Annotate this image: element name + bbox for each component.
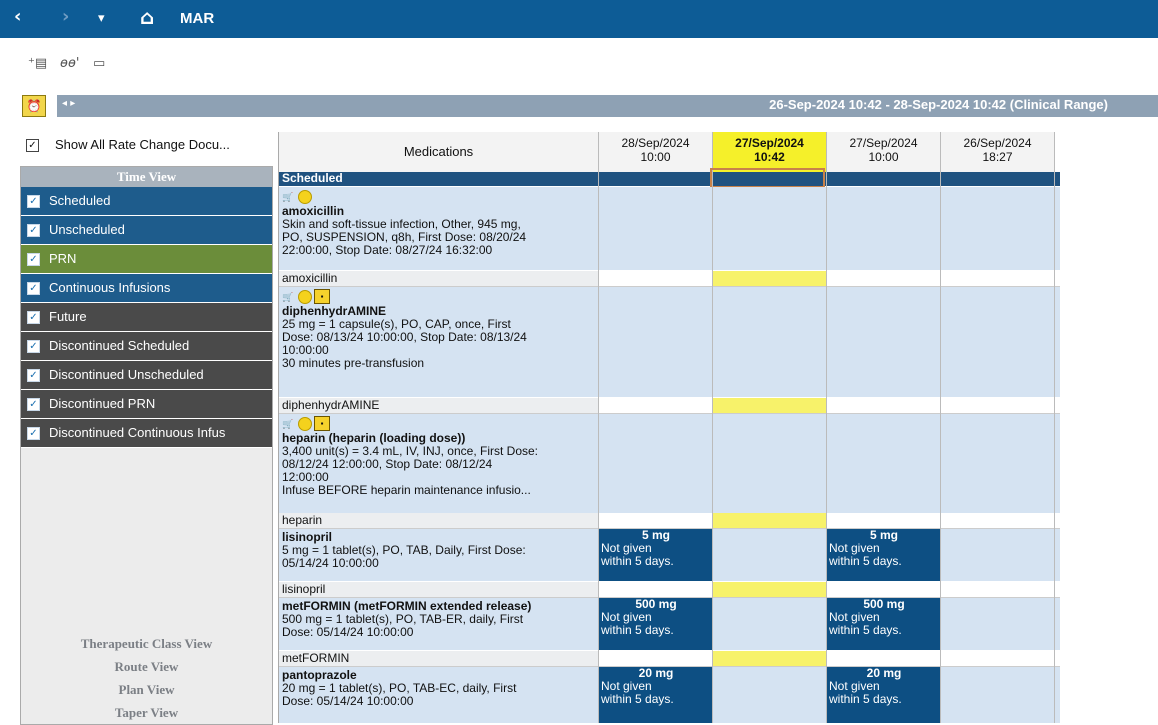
checked-icon[interactable]: ✓ bbox=[27, 195, 40, 208]
show-all-rate-change-checkbox[interactable]: ✓ Show All Rate Change Docu... bbox=[22, 136, 270, 158]
therapeutic-class-view[interactable]: Therapeutic Class View bbox=[21, 632, 272, 655]
view-panel: Time View ✓ Scheduled ✓ Unscheduled ✓ PRN ✓… bbox=[20, 166, 273, 725]
filter-continuous-infusions[interactable]: ✓ Continuous Infusions bbox=[21, 274, 272, 303]
current-time-cell[interactable] bbox=[713, 271, 827, 286]
column-divider bbox=[712, 172, 713, 723]
checked-icon[interactable]: ✓ bbox=[27, 282, 40, 295]
taper-view[interactable]: Taper View bbox=[21, 701, 272, 724]
glasses-icon[interactable]: ɵɵ' bbox=[60, 56, 79, 71]
dose-cell[interactable]: 500 mg Not given within 5 days. bbox=[599, 598, 713, 650]
home-icon[interactable]: ⌂ bbox=[140, 5, 154, 29]
dose-cell[interactable]: 20 mg Not given within 5 days. bbox=[827, 667, 941, 723]
title-bar: ‹ › ▾ ⌂ MAR bbox=[0, 0, 1158, 38]
dose-cell[interactable]: 5 mg Not given within 5 days. bbox=[599, 529, 713, 581]
checked-icon[interactable]: ✓ bbox=[27, 253, 40, 266]
order-label-row[interactable]: heparin bbox=[279, 513, 1060, 529]
show-all-label: Show All Rate Change Docu... bbox=[55, 137, 230, 152]
cart-icon: 🛒 bbox=[282, 192, 294, 202]
route-view[interactable]: Route View bbox=[21, 655, 272, 678]
cart-icon: 🛒 bbox=[282, 419, 294, 429]
range-nav-arrows[interactable]: ◂ ▸ bbox=[62, 98, 75, 109]
order-row[interactable]: metFORMIN (metFORMIN extended release) 5… bbox=[279, 598, 1060, 651]
order-label-row[interactable]: amoxicillin bbox=[279, 271, 1060, 287]
column-header-current[interactable]: 27/Sep/2024 10:42 bbox=[713, 132, 827, 173]
current-time-cell[interactable] bbox=[713, 582, 827, 597]
forward-button[interactable]: › bbox=[62, 6, 69, 27]
back-button[interactable]: ‹ bbox=[14, 6, 21, 27]
alternate-views: Therapeutic Class View Route View Plan V… bbox=[21, 632, 272, 724]
filter-prn[interactable]: ✓ PRN bbox=[21, 245, 272, 274]
column-header[interactable]: 27/Sep/2024 10:00 bbox=[827, 132, 941, 173]
order-icons: 🛒 ▪ bbox=[282, 416, 597, 432]
order-row[interactable]: 🛒 ▪ heparin (heparin (loading dose)) 3,40… bbox=[279, 414, 1060, 525]
checked-icon[interactable]: ✓ bbox=[27, 311, 40, 324]
checked-icon[interactable]: ✓ bbox=[27, 340, 40, 353]
filter-future[interactable]: ✓ Future bbox=[21, 303, 272, 332]
dose-cell[interactable]: 5 mg Not given within 5 days. bbox=[827, 529, 941, 581]
order-label-row[interactable]: metFORMIN bbox=[279, 651, 1060, 667]
current-time-cell[interactable] bbox=[713, 651, 827, 666]
column-divider bbox=[940, 172, 941, 723]
filter-scheduled[interactable]: ✓ Scheduled bbox=[21, 187, 272, 216]
column-divider bbox=[598, 172, 599, 723]
current-time-cell[interactable] bbox=[713, 398, 827, 413]
checked-icon[interactable]: ✓ bbox=[27, 427, 40, 440]
add-order-icon[interactable]: ⁺▤ bbox=[28, 56, 47, 71]
dose-cell[interactable]: 500 mg Not given within 5 days. bbox=[827, 598, 941, 650]
current-time-cell[interactable] bbox=[713, 513, 827, 528]
column-header[interactable]: 28/Sep/2024 10:00 bbox=[599, 132, 713, 173]
filter-discontinued-prn[interactable]: ✓ Discontinued PRN bbox=[21, 390, 272, 419]
column-header[interactable]: 26/Sep/2024 18:27 bbox=[941, 132, 1055, 173]
range-bar: ⏰ ◂ ▸ 26-Sep-2024 10:42 - 28-Sep-2024 10… bbox=[0, 92, 1158, 120]
pill-icon: ▪ bbox=[314, 289, 330, 304]
column-divider bbox=[826, 172, 827, 723]
checked-icon[interactable]: ✓ bbox=[27, 369, 40, 382]
document-icon[interactable]: ▭ bbox=[93, 56, 105, 71]
plan-view[interactable]: Plan View bbox=[21, 678, 272, 701]
selected-cell[interactable] bbox=[710, 168, 825, 188]
medications-header[interactable]: Medications bbox=[279, 132, 599, 173]
checked-icon[interactable]: ✓ bbox=[27, 398, 40, 411]
alarm-clock-icon[interactable]: ⏰ bbox=[22, 95, 46, 117]
page-title: MAR bbox=[180, 10, 215, 27]
time-view-header[interactable]: Time View bbox=[21, 167, 272, 187]
checkbox-icon[interactable]: ✓ bbox=[26, 139, 39, 152]
dose-cell[interactable]: 20 mg Not given within 5 days. bbox=[599, 667, 713, 723]
mar-grid: Medications 28/Sep/2024 10:00 27/Sep/2024… bbox=[278, 132, 1060, 723]
filter-discontinued-continuous[interactable]: ✓ Discontinued Continuous Infus bbox=[21, 419, 272, 448]
order-icons: 🛒 bbox=[282, 189, 597, 205]
order-row[interactable]: lisinopril 5 mg = 1 tablet(s), PO, TAB, … bbox=[279, 529, 1060, 582]
order-icons: 🛒 ▪ bbox=[282, 289, 597, 305]
filter-discontinued-scheduled[interactable]: ✓ Discontinued Scheduled bbox=[21, 332, 272, 361]
status-circle-icon bbox=[298, 290, 312, 304]
order-label-row[interactable]: diphenhydrAMINE bbox=[279, 398, 1060, 414]
status-circle-icon bbox=[298, 190, 312, 204]
column-divider bbox=[1054, 172, 1055, 723]
checked-icon[interactable]: ✓ bbox=[27, 224, 40, 237]
order-row[interactable]: 🛒 ▪ diphenhydrAMINE 25 mg = 1 capsule(s),… bbox=[279, 287, 1060, 398]
order-row[interactable]: pantoprazole 20 mg = 1 tablet(s), PO, TA… bbox=[279, 667, 1060, 723]
clinical-range-text: 26-Sep-2024 10:42 - 28-Sep-2024 10:42 (C… bbox=[769, 97, 1108, 112]
filter-unscheduled[interactable]: ✓ Unscheduled bbox=[21, 216, 272, 245]
status-circle-icon bbox=[298, 417, 312, 431]
pill-icon: ▪ bbox=[314, 416, 330, 431]
cart-icon: 🛒 bbox=[282, 292, 294, 302]
order-row[interactable]: 🛒 amoxicillin Skin and soft-tissue infec… bbox=[279, 187, 1060, 271]
section-header-scheduled: Scheduled bbox=[279, 168, 1060, 188]
filter-discontinued-unscheduled[interactable]: ✓ Discontinued Unscheduled bbox=[21, 361, 272, 390]
order-label-row[interactable]: lisinopril bbox=[279, 582, 1060, 598]
toolbar: ⁺▤ ɵɵ' ▭ bbox=[0, 38, 1158, 88]
history-dropdown-icon[interactable]: ▾ bbox=[98, 11, 105, 26]
